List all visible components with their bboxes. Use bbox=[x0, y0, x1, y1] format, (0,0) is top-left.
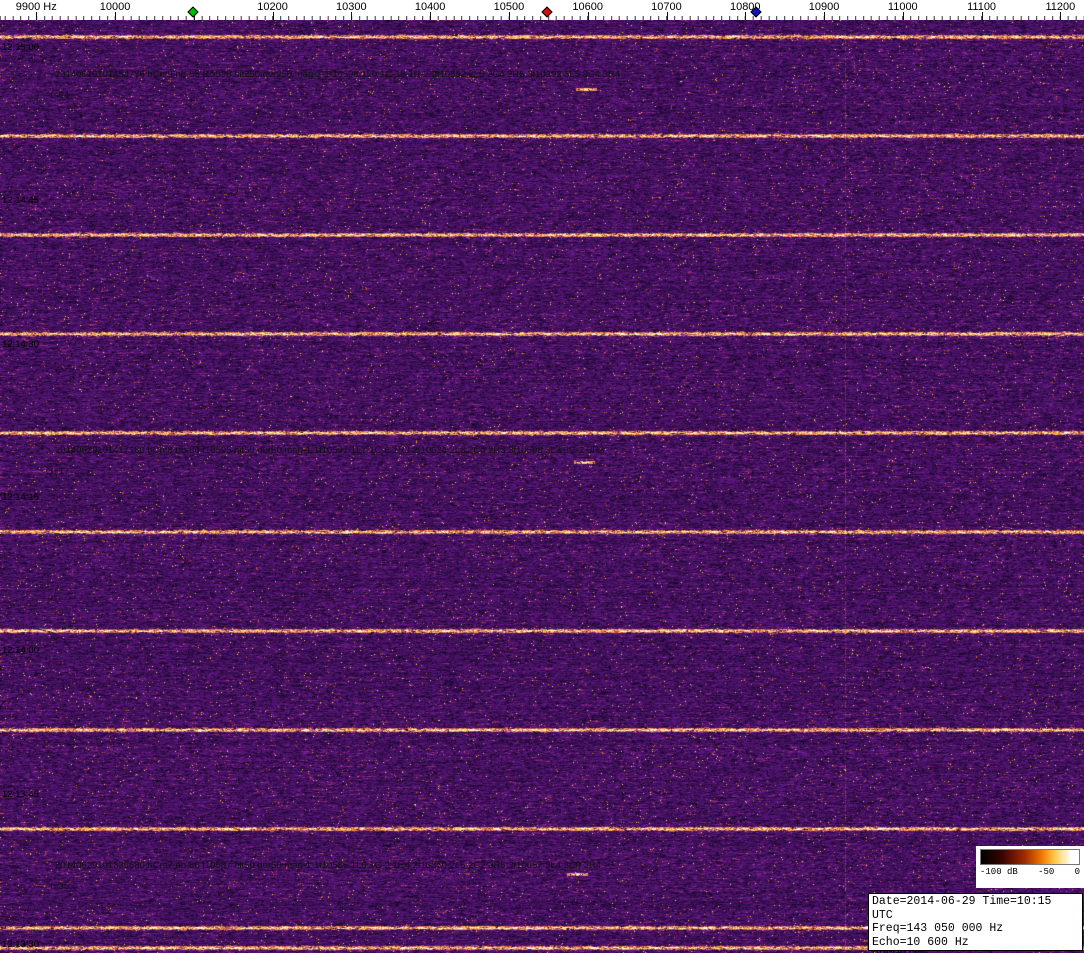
time-label-12:13:45: 12:13:45 bbox=[2, 789, 39, 800]
freq-major-tick bbox=[587, 12, 589, 20]
time-label-12:14:00: 12:14:00 bbox=[2, 645, 39, 656]
freq-major-tick bbox=[430, 12, 432, 20]
info-date-line: Date=2014-06-29 Time=10:15 UTC bbox=[872, 895, 1052, 922]
freq-major-tick bbox=[745, 12, 747, 20]
colorbar-label-mid: -50 bbox=[1038, 867, 1055, 877]
info-echo-line: Echo=10 600 Hz bbox=[872, 935, 969, 949]
colorbar-scale: -100 dB -50 0 bbox=[980, 867, 1080, 877]
time-label-12:13:30: 12:13:30 bbox=[2, 939, 39, 950]
freq-major-tick bbox=[666, 12, 668, 20]
time-label-12:15:00: 12:15:00 bbox=[2, 42, 39, 53]
frequency-axis: 9900 Hz 10000 10200 10300 10400 10500 10600 107… bbox=[0, 0, 1084, 20]
frequency-minor-ticks bbox=[0, 16, 1084, 20]
colorbar-label-min: -100 dB bbox=[980, 867, 1018, 877]
spectrogram-canvas bbox=[0, 20, 1084, 953]
detection-time-offset-2: ^t+17 bbox=[46, 466, 70, 477]
detection-annotation-1: 20140629101454776 hCnt9 nb-85 f10598 hit… bbox=[55, 69, 621, 80]
freq-major-tick bbox=[272, 12, 274, 20]
colorbar-label-max: 0 bbox=[1074, 867, 1080, 877]
colorbar: -100 dB -50 0 bbox=[976, 846, 1084, 888]
info-station-line: OBSUPICE bbox=[872, 949, 1079, 953]
colorbar-gradient bbox=[980, 849, 1080, 865]
detection-time-offset-1: ^t+54 bbox=[46, 90, 70, 101]
detection-annotation-2: 20140629101417180 hCnt8 nb-86 f10595 hit… bbox=[55, 445, 605, 456]
detection-annotation-3: 20140629101335680 hCnt7 nb-86 f10587 hit… bbox=[55, 860, 602, 871]
freq-major-tick bbox=[902, 12, 904, 20]
detection-time-offset-3: ^t+35 bbox=[46, 881, 70, 892]
freq-major-tick bbox=[981, 12, 983, 20]
freq-major-tick bbox=[824, 12, 825, 20]
time-label-12:14:45: 12:14:45 bbox=[2, 195, 39, 206]
station-info-box: Date=2014-06-29 Time=10:15 UTC Freq=143 … bbox=[868, 893, 1083, 953]
time-label-12:14:30: 12:14:30 bbox=[2, 339, 39, 350]
spectrogram-app: 9900 Hz 10000 10200 10300 10400 10500 10600 107… bbox=[0, 0, 1084, 953]
freq-major-tick bbox=[351, 12, 353, 20]
time-label-12:14:15: 12:14:15 bbox=[2, 492, 39, 503]
freq-major-tick bbox=[508, 12, 510, 20]
freq-major-tick bbox=[1060, 12, 1062, 20]
freq-major-tick bbox=[36, 12, 38, 20]
info-freq-line: Freq=143 050 000 Hz bbox=[872, 922, 1004, 935]
freq-major-tick bbox=[115, 12, 116, 20]
